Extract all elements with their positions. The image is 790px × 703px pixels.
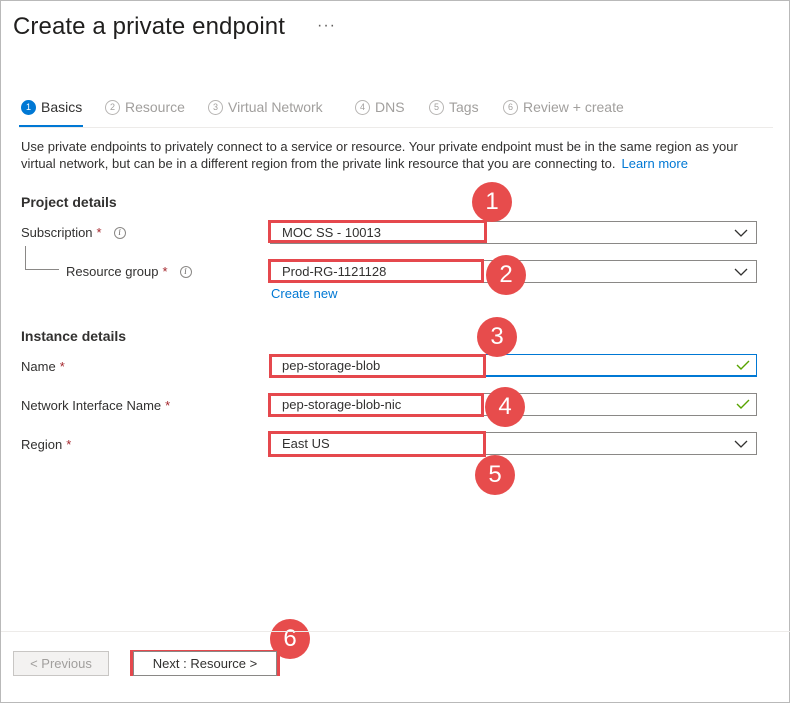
tab-label: DNS bbox=[375, 99, 405, 115]
annotation-badge-3: 3 bbox=[477, 317, 517, 357]
tab-label: Review + create bbox=[523, 99, 624, 115]
required-marker: * bbox=[96, 225, 102, 240]
subscription-label: Subscription * i bbox=[21, 225, 126, 240]
checkmark-icon bbox=[736, 399, 750, 409]
highlight-box-2 bbox=[268, 259, 484, 283]
nic-name-label: Network Interface Name * bbox=[21, 398, 170, 413]
description: Use private endpoints to privately conne… bbox=[21, 138, 771, 172]
tab-tags[interactable]: 5 Tags bbox=[429, 99, 479, 115]
tab-label: Tags bbox=[449, 99, 479, 115]
highlight-box-4 bbox=[268, 393, 484, 417]
tab-resource[interactable]: 2 Resource bbox=[105, 99, 185, 115]
checkmark-icon bbox=[736, 360, 750, 370]
create-new-link[interactable]: Create new bbox=[271, 286, 337, 301]
highlight-box-5 bbox=[268, 431, 486, 457]
required-marker: * bbox=[59, 359, 65, 374]
page-title: Create a private endpoint bbox=[13, 13, 286, 40]
info-icon[interactable]: i bbox=[113, 226, 126, 239]
tree-connector bbox=[25, 246, 26, 270]
step-6-icon: 6 bbox=[503, 99, 518, 115]
info-icon[interactable]: i bbox=[179, 265, 192, 278]
previous-button[interactable]: < Previous bbox=[13, 651, 109, 676]
name-label-text: Name bbox=[21, 359, 56, 374]
more-options-icon[interactable]: ··· bbox=[317, 17, 336, 35]
tab-label: Virtual Network bbox=[228, 99, 323, 115]
annotation-badge-5: 5 bbox=[475, 455, 515, 495]
chevron-down-icon bbox=[734, 440, 748, 448]
step-3-icon: 3 bbox=[208, 99, 223, 115]
tab-label: Resource bbox=[125, 99, 185, 115]
chevron-down-icon bbox=[734, 229, 748, 237]
learn-more-link[interactable]: Learn more bbox=[621, 156, 687, 171]
instance-details-heading: Instance details bbox=[21, 328, 127, 344]
step-2-icon: 2 bbox=[105, 99, 120, 115]
next-resource-button[interactable]: Next : Resource > bbox=[133, 651, 277, 676]
tab-virtual-network[interactable]: 3 Virtual Network bbox=[208, 99, 323, 115]
annotation-badge-4: 4 bbox=[485, 387, 525, 427]
highlight-box-3 bbox=[269, 354, 486, 378]
tabs-divider bbox=[19, 127, 773, 128]
tab-review-create[interactable]: 6 Review + create bbox=[503, 99, 624, 115]
nic-name-label-text: Network Interface Name bbox=[21, 398, 162, 413]
chevron-down-icon bbox=[734, 268, 748, 276]
name-label: Name * bbox=[21, 359, 65, 374]
tree-connector bbox=[25, 269, 59, 270]
tab-basics[interactable]: 1 Basics bbox=[21, 99, 82, 115]
step-5-icon: 5 bbox=[429, 99, 444, 115]
annotation-badge-2: 2 bbox=[486, 255, 526, 295]
required-marker: * bbox=[162, 264, 168, 279]
highlight-box-1 bbox=[268, 220, 487, 243]
region-label-text: Region bbox=[21, 437, 63, 452]
resource-group-label-text: Resource group bbox=[66, 264, 159, 279]
step-4-icon: 4 bbox=[355, 99, 370, 115]
tab-label: Basics bbox=[41, 99, 83, 115]
project-details-heading: Project details bbox=[21, 194, 117, 210]
resource-group-label: Resource group * i bbox=[66, 264, 192, 279]
required-marker: * bbox=[66, 437, 72, 452]
tab-dns[interactable]: 4 DNS bbox=[355, 99, 405, 115]
annotation-badge-1: 1 bbox=[472, 182, 512, 222]
region-label: Region * bbox=[21, 437, 71, 452]
required-marker: * bbox=[165, 398, 171, 413]
footer-divider bbox=[1, 631, 790, 632]
create-private-endpoint-page: Create a private endpoint ··· 1 Basics 2… bbox=[0, 0, 790, 703]
subscription-label-text: Subscription bbox=[21, 225, 93, 240]
step-1-icon: 1 bbox=[21, 99, 36, 115]
